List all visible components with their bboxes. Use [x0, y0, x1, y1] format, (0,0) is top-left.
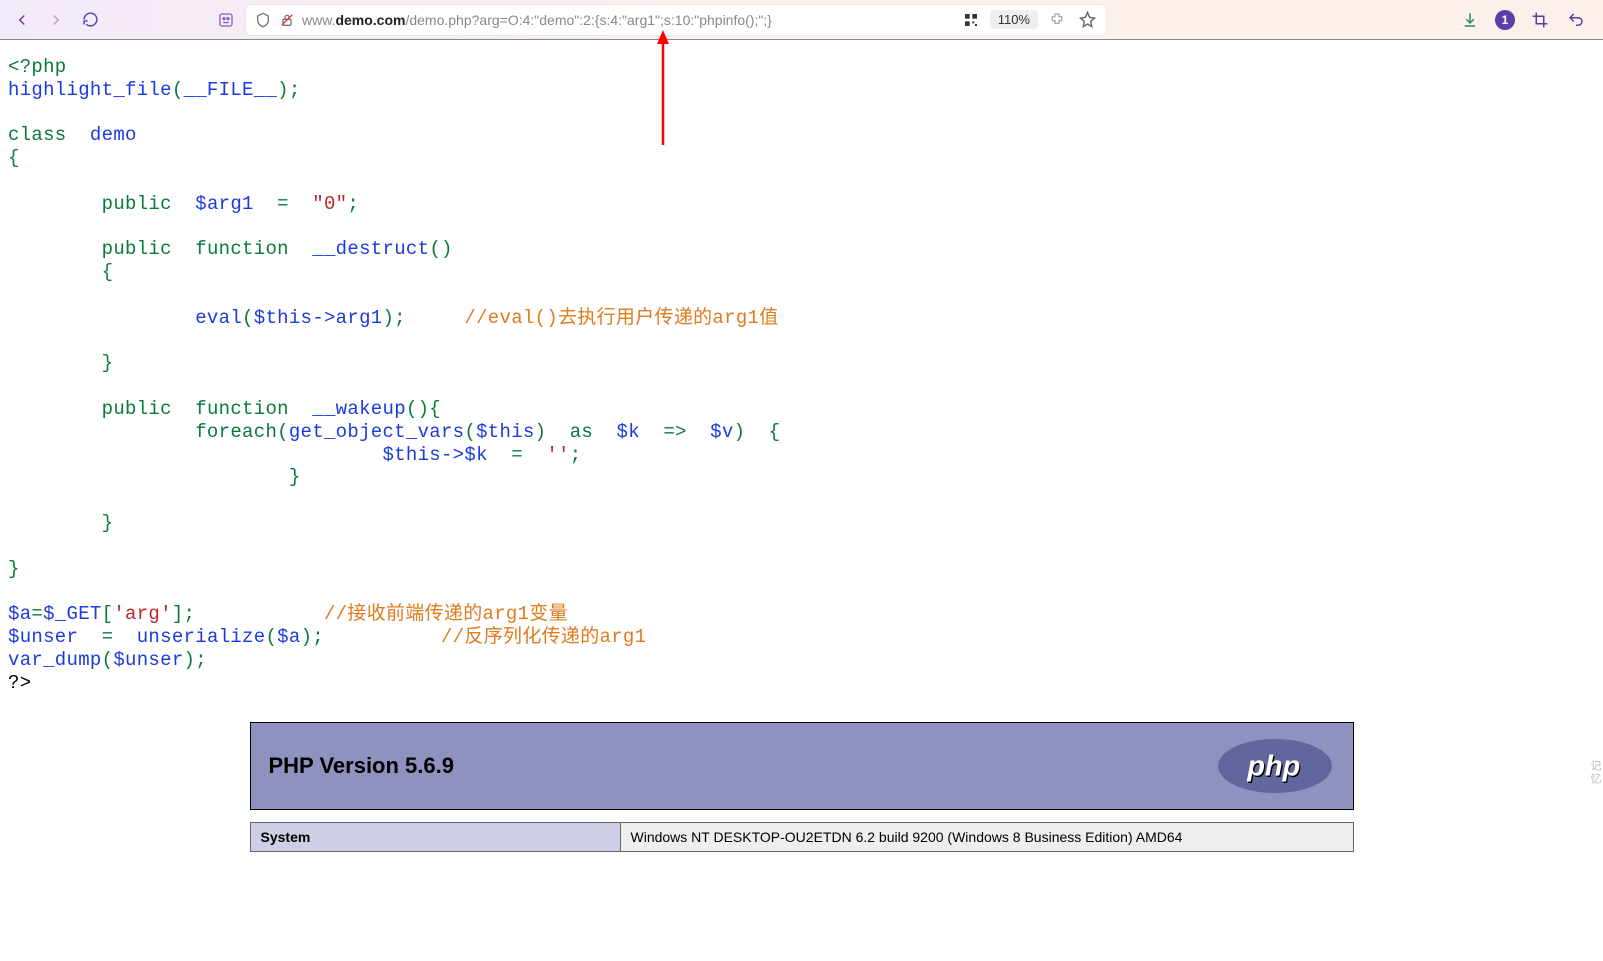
screenshot-crop-icon[interactable]	[1529, 9, 1551, 31]
phpinfo-value: Windows NT DESKTOP-OU2ETDN 6.2 build 920…	[620, 823, 1353, 852]
php-logo-icon: php php	[1215, 736, 1335, 796]
phpinfo-table: System Windows NT DESKTOP-OU2ETDN 6.2 bu…	[250, 822, 1354, 852]
phpinfo-panel: PHP Version 5.6.9 php php System Windows…	[250, 722, 1354, 852]
url-text: www.demo.com/demo.php?arg=O:4:"demo":2:{…	[302, 12, 948, 28]
svg-text:php: php	[1246, 751, 1300, 783]
side-tag: 记忆	[1587, 760, 1603, 786]
permissions-icon[interactable]	[216, 10, 236, 30]
source-code: <?php highlight_file(__FILE__); class de…	[0, 40, 1603, 694]
php-version-title: PHP Version 5.6.9	[269, 753, 454, 779]
qr-icon[interactable]	[960, 9, 982, 31]
download-icon[interactable]	[1459, 9, 1481, 31]
extension-icon[interactable]	[1046, 9, 1068, 31]
account-badge[interactable]: 1	[1495, 10, 1515, 30]
zoom-level[interactable]: 110%	[990, 10, 1038, 29]
table-row: System Windows NT DESKTOP-OU2ETDN 6.2 bu…	[250, 823, 1353, 852]
insecure-lock-icon[interactable]	[278, 11, 296, 29]
phpinfo-header: PHP Version 5.6.9 php php	[250, 722, 1354, 810]
url-bar[interactable]: www.demo.com/demo.php?arg=O:4:"demo":2:{…	[246, 5, 1106, 35]
tracking-shield-icon[interactable]	[254, 11, 272, 29]
phpinfo-key: System	[250, 823, 620, 852]
browser-toolbar: www.demo.com/demo.php?arg=O:4:"demo":2:{…	[0, 0, 1603, 40]
bookmark-star-icon[interactable]	[1076, 9, 1098, 31]
reload-button[interactable]	[76, 6, 104, 34]
undo-back-icon[interactable]	[1565, 9, 1587, 31]
forward-button[interactable]	[42, 6, 70, 34]
back-button[interactable]	[8, 6, 36, 34]
